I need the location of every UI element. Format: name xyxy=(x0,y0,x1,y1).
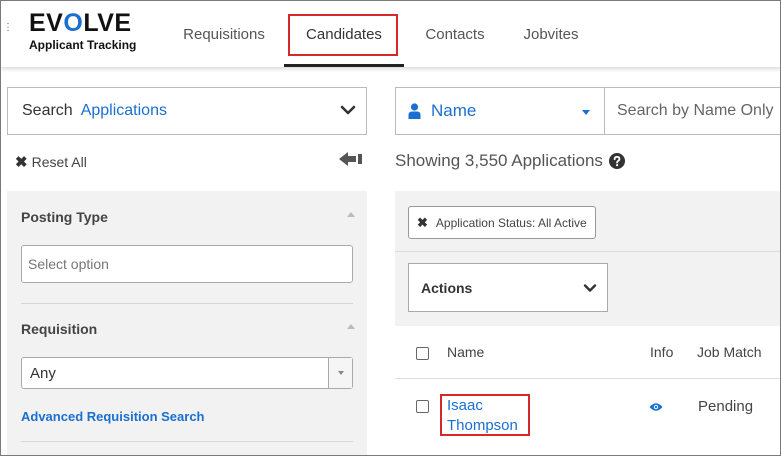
actions-label: Actions xyxy=(421,279,473,296)
reset-all-label: Reset All xyxy=(31,154,87,170)
search-type-dropdown[interactable]: Search Applications xyxy=(7,87,367,135)
status-filter-label: Application Status: All Active xyxy=(435,215,587,230)
requisition-select[interactable]: Any xyxy=(21,357,353,389)
app-window: ⋮ EVOLVE Applicant Tracking Requisitions… xyxy=(0,0,781,456)
drag-grip-icon: ⋮ xyxy=(3,22,13,33)
divider xyxy=(395,378,780,379)
arrow-left-icon[interactable] xyxy=(339,151,363,167)
search-type-value: Applications xyxy=(80,102,167,119)
applications-table: Name Info Job Match Isaac Thompson Pendi… xyxy=(395,326,780,455)
divider xyxy=(21,303,353,304)
advanced-requisition-search-link[interactable]: Advanced Requisition Search xyxy=(21,409,205,424)
divider xyxy=(21,441,353,442)
collapse-requisition-icon[interactable] xyxy=(347,324,355,329)
candidate-first-name: Isaac xyxy=(447,397,483,414)
search-field-value: Name xyxy=(431,101,477,120)
candidate-search-input[interactable] xyxy=(604,87,780,135)
tab-jobvites[interactable]: Jobvites xyxy=(515,1,587,67)
reset-all-button[interactable]: ✖ Reset All xyxy=(15,153,87,171)
logo-subtitle: Applicant Tracking xyxy=(29,38,137,52)
results-pane: ✖ Application Status: All Active Actions… xyxy=(395,191,780,455)
results-count: Showing 3,550 Applications xyxy=(395,151,625,171)
candidate-last-name: Thompson xyxy=(447,417,518,434)
chevron-down-icon xyxy=(340,105,356,115)
divider xyxy=(395,251,780,252)
requisition-select-value: Any xyxy=(30,364,56,382)
tab-requisitions[interactable]: Requisitions xyxy=(171,1,277,67)
column-header-name[interactable]: Name xyxy=(447,344,484,360)
select-all-checkbox[interactable] xyxy=(416,347,429,360)
top-navigation-bar: ⋮ EVOLVE Applicant Tracking Requisitions… xyxy=(1,1,780,67)
logo-wordmark: EVOLVE xyxy=(29,9,132,37)
status-filter-chip: ✖ Application Status: All Active xyxy=(408,206,596,239)
filter-pane: Posting Type Select option Requisition A… xyxy=(7,191,367,455)
caret-down-icon xyxy=(582,110,590,115)
chevron-down-icon xyxy=(583,284,597,292)
job-match-status: Pending xyxy=(698,398,754,415)
eye-icon[interactable] xyxy=(649,402,663,412)
search-field-dropdown[interactable]: Name xyxy=(395,87,605,135)
results-count-text: Showing 3,550 Applications xyxy=(395,151,603,170)
help-icon[interactable] xyxy=(608,153,625,169)
dropdown-arrow-icon xyxy=(328,358,352,388)
actions-dropdown[interactable]: Actions xyxy=(408,263,608,312)
row-checkbox[interactable] xyxy=(416,400,429,413)
candidate-name-link[interactable]: Isaac Thompson xyxy=(447,396,518,436)
column-header-info: Info xyxy=(650,344,674,360)
posting-type-title: Posting Type xyxy=(21,209,108,225)
posting-type-select[interactable]: Select option xyxy=(21,245,353,283)
results-area: Name Showing 3,550 Applications ✖ Applic… xyxy=(377,67,780,455)
filter-sidebar: Search Applications ✖ Reset All Posting … xyxy=(1,67,377,455)
tab-candidates[interactable]: Candidates xyxy=(284,1,404,67)
column-header-job-match[interactable]: Job Match xyxy=(697,344,762,360)
search-type-label: Search xyxy=(22,102,73,119)
person-icon xyxy=(408,103,421,119)
close-icon[interactable]: ✖ xyxy=(417,215,428,231)
app-logo[interactable]: EVOLVE Applicant Tracking xyxy=(29,10,136,52)
tab-contacts[interactable]: Contacts xyxy=(416,1,494,67)
requisition-title: Requisition xyxy=(21,321,98,337)
close-icon: ✖ xyxy=(15,154,28,171)
collapse-posting-type-icon[interactable] xyxy=(347,212,355,217)
